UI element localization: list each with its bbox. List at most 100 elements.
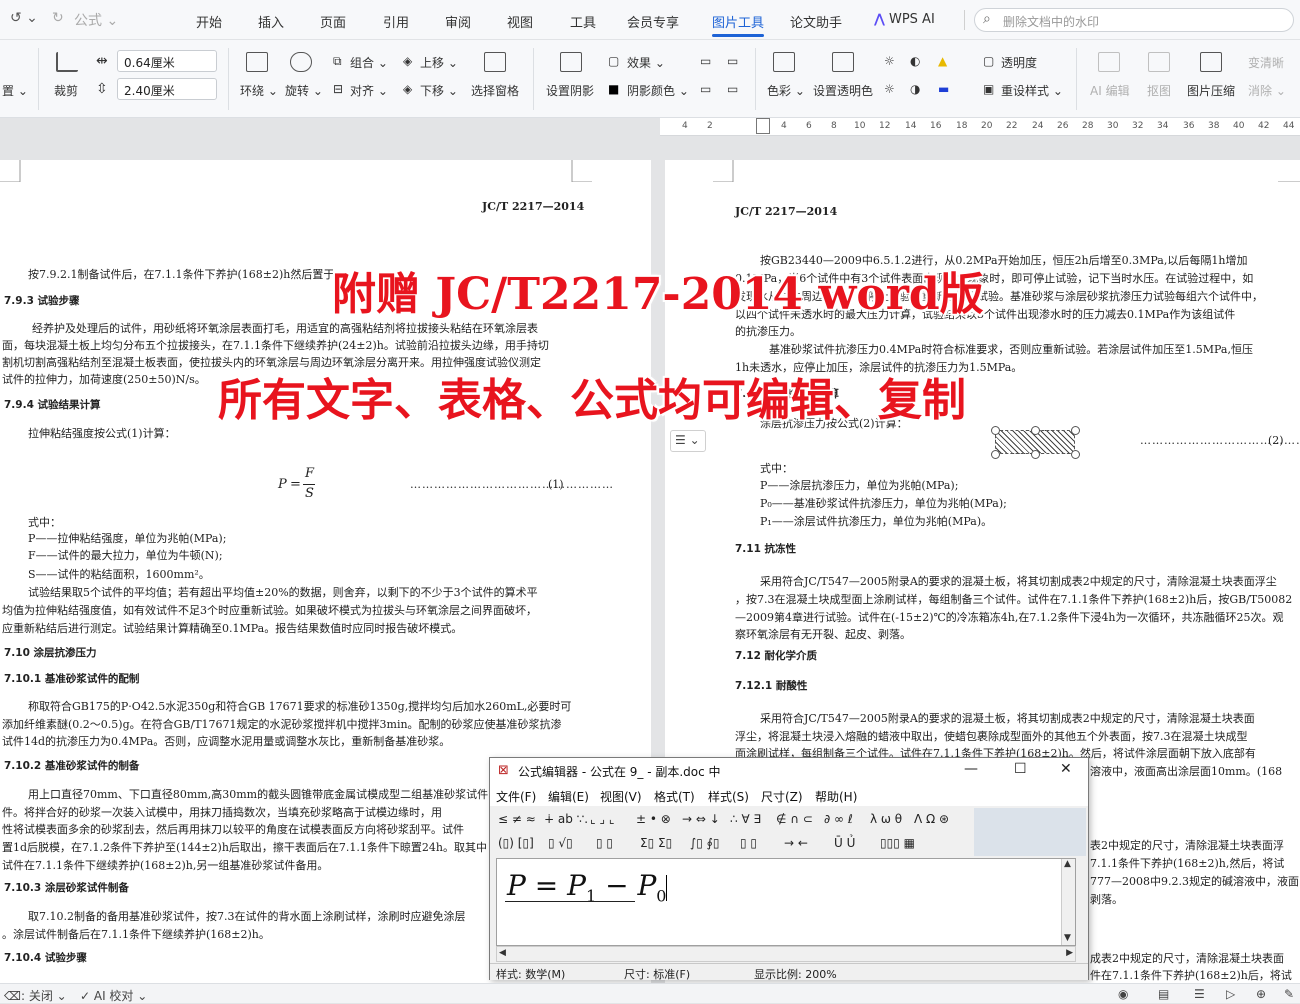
palette-misc[interactable]: ∂ ∞ ℓ — [824, 812, 853, 826]
tab-tools[interactable]: 工具 — [570, 12, 596, 31]
horizontal-scrollbar[interactable]: ◀ ▶ — [496, 946, 1076, 962]
palette-greek-lower[interactable]: λ ω θ — [870, 812, 902, 826]
menu-format[interactable]: 格式(T) — [654, 788, 695, 805]
contrast-down-icon[interactable]: ◑ — [910, 82, 920, 96]
vertical-scrollbar[interactable]: ▲ ▼ — [1061, 859, 1075, 945]
group-button[interactable]: 组合 ⌄ — [350, 54, 388, 71]
horizontal-ruler[interactable]: 4 2 4 6 8 10 12 14 16 18 20 22 24 26 28 … — [660, 118, 1300, 136]
palette-logic[interactable]: ∴ ∀ ∃ — [730, 812, 761, 826]
menu-view[interactable]: 视图(V) — [600, 788, 642, 805]
matting-button[interactable]: 抠图 — [1147, 82, 1171, 99]
palette-operators[interactable]: ± • ⊗ — [636, 812, 671, 826]
equation-editor-window[interactable]: ⊠ 公式编辑器 - 公式在 9_ - 副本.doc 中 — ☐ ✕ 文件(F) … — [489, 757, 1089, 981]
send-backward-button[interactable]: 下移 ⌄ — [420, 82, 458, 99]
undo-button[interactable]: ↺ ⌄ — [10, 10, 38, 26]
shadow-left-icon[interactable]: ▭ — [700, 82, 711, 96]
indent-marker[interactable] — [756, 118, 770, 134]
palette-fractions[interactable]: ▯ √▯ — [548, 836, 573, 850]
resize-handle[interactable] — [1071, 450, 1080, 459]
change-clear-button[interactable]: 变清晰 — [1248, 54, 1284, 71]
resize-handle[interactable] — [1031, 426, 1040, 435]
palette-greek-upper[interactable]: Λ Ω ⊛ — [914, 812, 949, 826]
search-input[interactable]: ⌕ 删除文档中的水印 — [974, 8, 1294, 32]
wps-ai-button[interactable]: ⋀ WPS AI — [874, 12, 935, 27]
position-button-cut[interactable]: 置 ⌄ — [2, 82, 28, 99]
shadow-color-button[interactable]: 阴影颜色 ⌄ — [627, 82, 689, 99]
set-transparent-button[interactable]: 设置透明色 — [813, 82, 873, 99]
web-view-icon[interactable]: ⊕ — [1256, 987, 1266, 1001]
eye-protection-icon[interactable]: ◉ — [1118, 987, 1128, 1001]
crop-button[interactable]: 裁剪 — [54, 82, 78, 99]
brightness-up-icon[interactable]: ☼ — [884, 54, 895, 68]
equation-edit-area[interactable]: P = P1 − P0 ▲ ▼ — [496, 858, 1076, 946]
palette-fences[interactable]: (▯) [▯] — [498, 836, 534, 850]
reset-style-button[interactable]: 重设样式 ⌄ — [1001, 82, 1063, 99]
palette-scripts[interactable]: ▯ ▯ — [596, 836, 613, 850]
resize-handle[interactable] — [1031, 450, 1040, 459]
pen-icon[interactable]: ✎ — [1284, 987, 1294, 1001]
menu-help[interactable]: 帮助(H) — [815, 788, 857, 805]
line-color-icon[interactable]: ▬ — [938, 82, 949, 96]
palette-spaces[interactable]: ∔ ab ∵. — [544, 812, 588, 826]
width-field[interactable]: 0.64厘米 — [117, 50, 217, 72]
ai-proofread-button[interactable]: ✓ AI 校对 ⌄ — [80, 987, 147, 1004]
scroll-down-icon[interactable]: ▼ — [1064, 933, 1071, 943]
tab-review[interactable]: 审阅 — [445, 12, 471, 31]
layout-options-button[interactable]: ☰ ⌄ — [670, 430, 706, 452]
page-view-icon[interactable]: ▤ — [1158, 987, 1169, 1001]
compress-button[interactable]: 图片压缩 — [1187, 82, 1235, 99]
bring-forward-button[interactable]: 上移 ⌄ — [420, 54, 458, 71]
selection-pane-button[interactable]: 选择窗格 — [471, 82, 519, 99]
palette-labeled-arrows[interactable]: → ← — [784, 836, 808, 850]
scroll-left-icon[interactable]: ◀ — [499, 948, 506, 958]
transparency-button[interactable]: 透明度 — [1001, 54, 1037, 71]
tab-member[interactable]: 会员专享 — [627, 12, 679, 31]
palette-embellish[interactable]: ⌞ ⌟ ⌞ — [590, 812, 615, 826]
tab-references[interactable]: 引用 — [383, 12, 409, 31]
tab-page[interactable]: 页面 — [320, 12, 346, 31]
palette-integrals[interactable]: ∫▯ ∮▯ — [690, 836, 720, 850]
minimize-button[interactable]: — — [964, 761, 978, 777]
resize-handle[interactable] — [991, 426, 1000, 435]
close-button[interactable]: ✕ — [1060, 761, 1072, 777]
fill-color-icon[interactable]: ▲ — [938, 54, 947, 68]
palette-matrices[interactable]: ▯▯▯ ▦ — [880, 836, 915, 850]
shadow-down-icon[interactable]: ▭ — [727, 54, 738, 68]
resize-handle[interactable] — [1071, 426, 1080, 435]
palette-relations[interactable]: ≤ ≠ ≈ — [498, 812, 536, 826]
align-button[interactable]: 对齐 ⌄ — [350, 82, 388, 99]
height-field[interactable]: 2.40厘米 — [117, 78, 217, 100]
menu-file[interactable]: 文件(F) — [496, 788, 536, 805]
tab-view[interactable]: 视图 — [507, 12, 533, 31]
color-button[interactable]: 色彩 ⌄ — [767, 82, 805, 99]
formula-1[interactable]: P = F S — [278, 466, 328, 506]
rotate-button[interactable]: 旋转 ⌄ — [285, 82, 323, 99]
erase-button[interactable]: 消除 ⌄ — [1248, 82, 1286, 99]
tab-picture-tools[interactable]: 图片工具 — [712, 12, 765, 37]
maximize-button[interactable]: ☐ — [1014, 761, 1027, 777]
formula-quick-button[interactable]: 公式 ⌄ — [74, 10, 118, 30]
palette-bars[interactable]: ▯ ▯ — [740, 836, 757, 850]
scroll-right-icon[interactable]: ▶ — [1066, 948, 1073, 958]
effect-button[interactable]: 效果 ⌄ — [627, 54, 665, 71]
resize-handle[interactable] — [991, 450, 1000, 459]
contrast-up-icon[interactable]: ◐ — [910, 54, 920, 68]
shadow-set-button[interactable]: 设置阴影 — [546, 82, 594, 99]
palette-sets[interactable]: ∉ ∩ ⊂ — [776, 812, 813, 826]
menu-style[interactable]: 样式(S) — [708, 788, 749, 805]
menu-edit[interactable]: 编辑(E) — [548, 788, 589, 805]
read-mode-icon[interactable]: ▷ — [1226, 987, 1235, 1001]
ai-edit-button[interactable]: AI 编辑 — [1090, 82, 1130, 99]
shadow-right-icon[interactable]: ▭ — [727, 82, 738, 96]
scroll-up-icon[interactable]: ▲ — [1064, 859, 1071, 869]
wrap-button[interactable]: 环绕 ⌄ — [240, 82, 278, 99]
brightness-down-icon[interactable]: ☼ — [884, 82, 895, 96]
equation-editor-titlebar[interactable]: ⊠ 公式编辑器 - 公式在 9_ - 副本.doc 中 — ☐ ✕ — [490, 758, 1088, 784]
menu-size[interactable]: 尺寸(Z) — [761, 788, 803, 805]
redo-button[interactable]: ↻ — [52, 10, 64, 26]
selected-formula-object[interactable] — [991, 426, 1080, 459]
palette-sums[interactable]: Σ▯ Σ▯ — [640, 836, 672, 850]
palette-products[interactable]: Ū Ủ — [834, 836, 855, 850]
outline-view-icon[interactable]: ☰ — [1194, 987, 1205, 1001]
shadow-up-icon[interactable]: ▭ — [700, 54, 711, 68]
